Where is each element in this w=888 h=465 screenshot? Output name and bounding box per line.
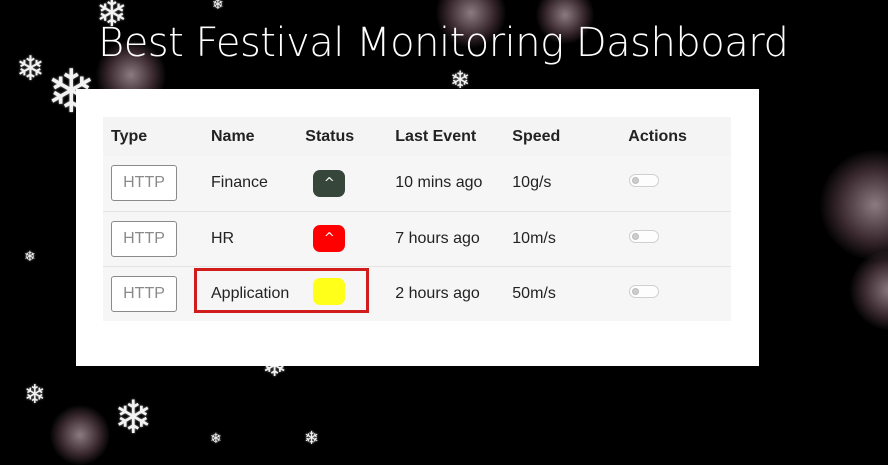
type-field[interactable]: HTTP bbox=[111, 275, 177, 312]
bokeh-light bbox=[50, 405, 110, 465]
snowflake-icon: ❄ bbox=[16, 49, 45, 89]
table-row: HTTP Finance ^ 10 mins ago 10g/s bbox=[103, 156, 731, 211]
status-button[interactable]: ^ bbox=[313, 225, 346, 252]
status-button[interactable]: ^ bbox=[313, 169, 346, 197]
page-title: Best Festival Monitoring Dashboard bbox=[98, 20, 789, 66]
snowflake-icon: ❄ bbox=[210, 431, 222, 447]
speed-value: 10m/s bbox=[504, 210, 621, 266]
column-header-name: Name bbox=[203, 117, 298, 156]
snowflake-icon: ❄ bbox=[24, 249, 36, 265]
snowflake-icon: ❄ bbox=[114, 390, 153, 444]
bokeh-light bbox=[820, 150, 888, 260]
service-name: Finance bbox=[211, 174, 268, 192]
snowflake-icon: ❄ bbox=[304, 428, 320, 449]
snowflake-icon: ❄ bbox=[212, 0, 224, 13]
service-name: HR bbox=[203, 210, 298, 266]
last-event-value: 7 hours ago bbox=[387, 210, 505, 266]
last-event-value: 2 hours ago bbox=[387, 265, 505, 321]
column-header-actions: Actions bbox=[620, 117, 731, 156]
type-field[interactable]: HTTP bbox=[111, 220, 177, 257]
dashboard-panel: Type Name Status Last Event Speed Action… bbox=[76, 89, 759, 366]
bokeh-light bbox=[850, 250, 888, 330]
action-toggle[interactable] bbox=[629, 174, 660, 188]
column-header-status: Status bbox=[297, 117, 388, 156]
action-toggle[interactable] bbox=[629, 284, 660, 298]
speed-value: 10g/s bbox=[512, 174, 552, 192]
toggle-knob bbox=[632, 232, 640, 240]
column-header-speed: Speed bbox=[504, 117, 621, 156]
table-header-row: Type Name Status Last Event Speed Action… bbox=[103, 117, 731, 156]
toggle-knob bbox=[632, 177, 640, 185]
action-toggle[interactable] bbox=[629, 229, 660, 243]
last-event-value: 10 mins ago bbox=[395, 174, 483, 192]
type-field[interactable]: HTTP bbox=[111, 165, 177, 202]
table-row: HTTP HR ^ 7 hours ago 10m/s bbox=[103, 210, 731, 266]
speed-value: 50m/s bbox=[504, 265, 621, 321]
toggle-knob bbox=[632, 287, 640, 295]
column-header-last-event: Last Event bbox=[387, 117, 505, 156]
highlight-annotation-box bbox=[194, 268, 369, 313]
column-header-type: Type bbox=[103, 117, 203, 156]
snowflake-icon: ❄ bbox=[24, 380, 46, 410]
